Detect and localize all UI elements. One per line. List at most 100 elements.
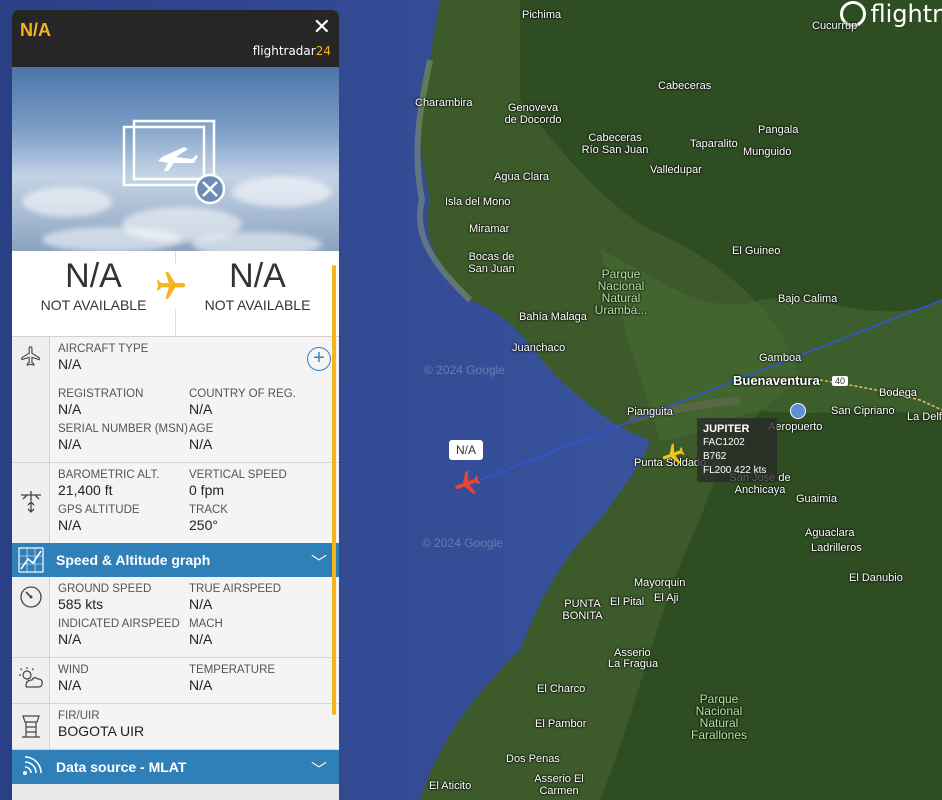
place-label: El Danubio <box>849 572 903 584</box>
mach-value: N/A <box>189 631 213 647</box>
place-label: Taparalito <box>690 138 738 150</box>
baro-alt-value: 21,400 ft <box>58 482 113 498</box>
place-label: Juanchaco <box>512 342 566 354</box>
data-source-toggle[interactable]: Data source - MLAT ﹀ <box>12 750 339 784</box>
place-label: Munguido <box>743 146 792 158</box>
place-label: PUNTA BONITA <box>562 598 603 622</box>
field-label: BAROMETRIC ALT. <box>58 469 160 481</box>
place-label: Asserio El Carmen <box>534 773 584 797</box>
fir-section: FIR/UIR BOGOTA UIR <box>12 704 339 750</box>
no-image-icon <box>122 119 226 205</box>
field-label: FIR/UIR <box>58 710 100 722</box>
origin-name: NOT AVAILABLE <box>40 297 147 313</box>
callsign: JUPITER <box>703 423 750 435</box>
indicated-airspeed-value: N/A <box>58 631 82 647</box>
route-plane-icon <box>148 263 194 309</box>
weather-section: WIND N/A TEMPERATURE N/A <box>12 658 339 704</box>
selected-aircraft-tag[interactable]: N/A <box>449 440 484 460</box>
field-label: AGE <box>189 423 214 435</box>
selected-plane-icon[interactable] <box>452 468 482 498</box>
flight-label-box[interactable]: JUPITER FAC1202 B762 FL200 422 kts <box>697 418 777 482</box>
chevron-down-icon: ﹀ <box>310 555 327 572</box>
place-label: Cucurrup <box>812 20 858 32</box>
field-label: AIRCRAFT TYPE <box>58 343 149 355</box>
speed-altitude-graph-toggle[interactable]: Speed & Altitude graph ﹀ <box>12 543 339 577</box>
track-value: 250° <box>189 517 218 533</box>
place-label: Cabeceras <box>658 80 712 92</box>
place-label: Pichima <box>522 9 562 21</box>
place-label: El Aticito <box>429 780 472 792</box>
destination-code: N/A <box>229 257 286 295</box>
place-label: Bodega <box>879 387 917 399</box>
place-label: Bocas de San Juan <box>468 251 515 275</box>
route-section: N/A NOT AVAILABLE N/A NOT AVAILABLE <box>12 251 339 337</box>
airport-icon[interactable] <box>790 403 806 419</box>
city-label: Buenaventura <box>733 373 820 388</box>
park-label: Parque Nacional Natural Farallones <box>690 692 748 742</box>
flight-title: N/A <box>20 20 51 40</box>
add-aircraft-button[interactable]: + <box>307 347 331 371</box>
map-watermark: © 2024 Google <box>422 536 503 550</box>
field-label: TEMPERATURE <box>189 664 276 676</box>
chevron-down-icon: ﹀ <box>310 762 327 779</box>
field-label: TRUE AIRSPEED <box>189 583 282 595</box>
flight-type: B762 <box>703 451 727 462</box>
place-label: Guaimia <box>796 493 837 505</box>
altitude-icon <box>12 463 50 543</box>
aircraft-photo-placeholder <box>12 67 339 251</box>
scrollbar[interactable] <box>332 265 336 715</box>
place-label: El Guineo <box>732 245 781 257</box>
speed-section: GROUND SPEED 585 kts TRUE AIRSPEED N/A IND… <box>12 577 339 658</box>
antenna-icon <box>12 755 50 779</box>
place-label: Bajo Calima <box>778 293 838 305</box>
graph-bar-label: Speed & Altitude graph <box>56 552 211 568</box>
place-label: Ladrilleros <box>811 542 862 554</box>
place-label: El Pambor <box>535 718 587 730</box>
registration-value: N/A <box>58 401 82 417</box>
other-plane-icon[interactable] <box>660 441 686 467</box>
control-tower-icon <box>12 704 50 749</box>
place-label: Mayorquin <box>634 577 686 589</box>
place-label: El Pital <box>610 596 645 608</box>
aircraft-icon <box>12 337 50 462</box>
data-source-label: Data source - MLAT <box>56 759 187 775</box>
map-watermark: © 2024 Google <box>424 363 505 377</box>
place-label: El Charco <box>537 683 586 695</box>
field-label: COUNTRY OF REG. <box>189 388 296 400</box>
place-label: Dos Penas <box>506 753 560 765</box>
speedometer-icon <box>12 577 50 657</box>
field-label: WIND <box>58 664 89 676</box>
graph-icon <box>12 547 50 573</box>
msn-value: N/A <box>58 436 82 452</box>
place-label: La Delf <box>907 411 942 423</box>
place-label: Cabeceras Río San Juan <box>581 132 649 156</box>
close-icon[interactable]: ✕ <box>313 14 331 40</box>
wind-value: N/A <box>58 677 82 693</box>
field-label: GPS ALTITUDE <box>58 504 140 516</box>
place-label: Agua Clara <box>494 171 550 183</box>
brand-logo: flightradar24 <box>252 44 331 58</box>
place-label: Valledupar <box>650 164 702 176</box>
destination-name: NOT AVAILABLE <box>204 297 311 313</box>
aircraft-section: + AIRCRAFT TYPE N/A REGISTRATION N/A COUNT… <box>12 337 339 463</box>
field-label: MACH <box>189 618 223 630</box>
fir-value: BOGOTA UIR <box>58 723 145 739</box>
place-label: Miramar <box>469 223 510 235</box>
place-label: Pianguita <box>627 406 673 418</box>
flight-alt-speed: FL200 422 kts <box>703 465 767 476</box>
place-label: Genoveva de Docordo <box>504 102 562 126</box>
place-label: San Cipriano <box>831 405 895 417</box>
road-shield: 40 <box>832 376 849 386</box>
destination[interactable]: N/A NOT AVAILABLE <box>176 251 339 336</box>
ground-speed-value: 585 kts <box>58 596 104 612</box>
place-label: Aguaclara <box>805 527 855 539</box>
field-label: GROUND SPEED <box>58 583 152 595</box>
place-label: Pangala <box>758 124 799 136</box>
age-value: N/A <box>189 436 213 452</box>
flight-reg: FAC1202 <box>703 437 745 448</box>
panel-scroll-area[interactable]: N/A NOT AVAILABLE N/A NOT AVAILABLE + AI… <box>12 251 339 800</box>
country-value: N/A <box>189 401 213 417</box>
vertical-speed-value: 0 fpm <box>189 482 225 498</box>
panel-header: N/A ✕ flightradar24 <box>12 10 339 67</box>
flight-info-panel: N/A ✕ flightradar24 N/A NOT AVAILABLE N/… <box>12 10 339 800</box>
